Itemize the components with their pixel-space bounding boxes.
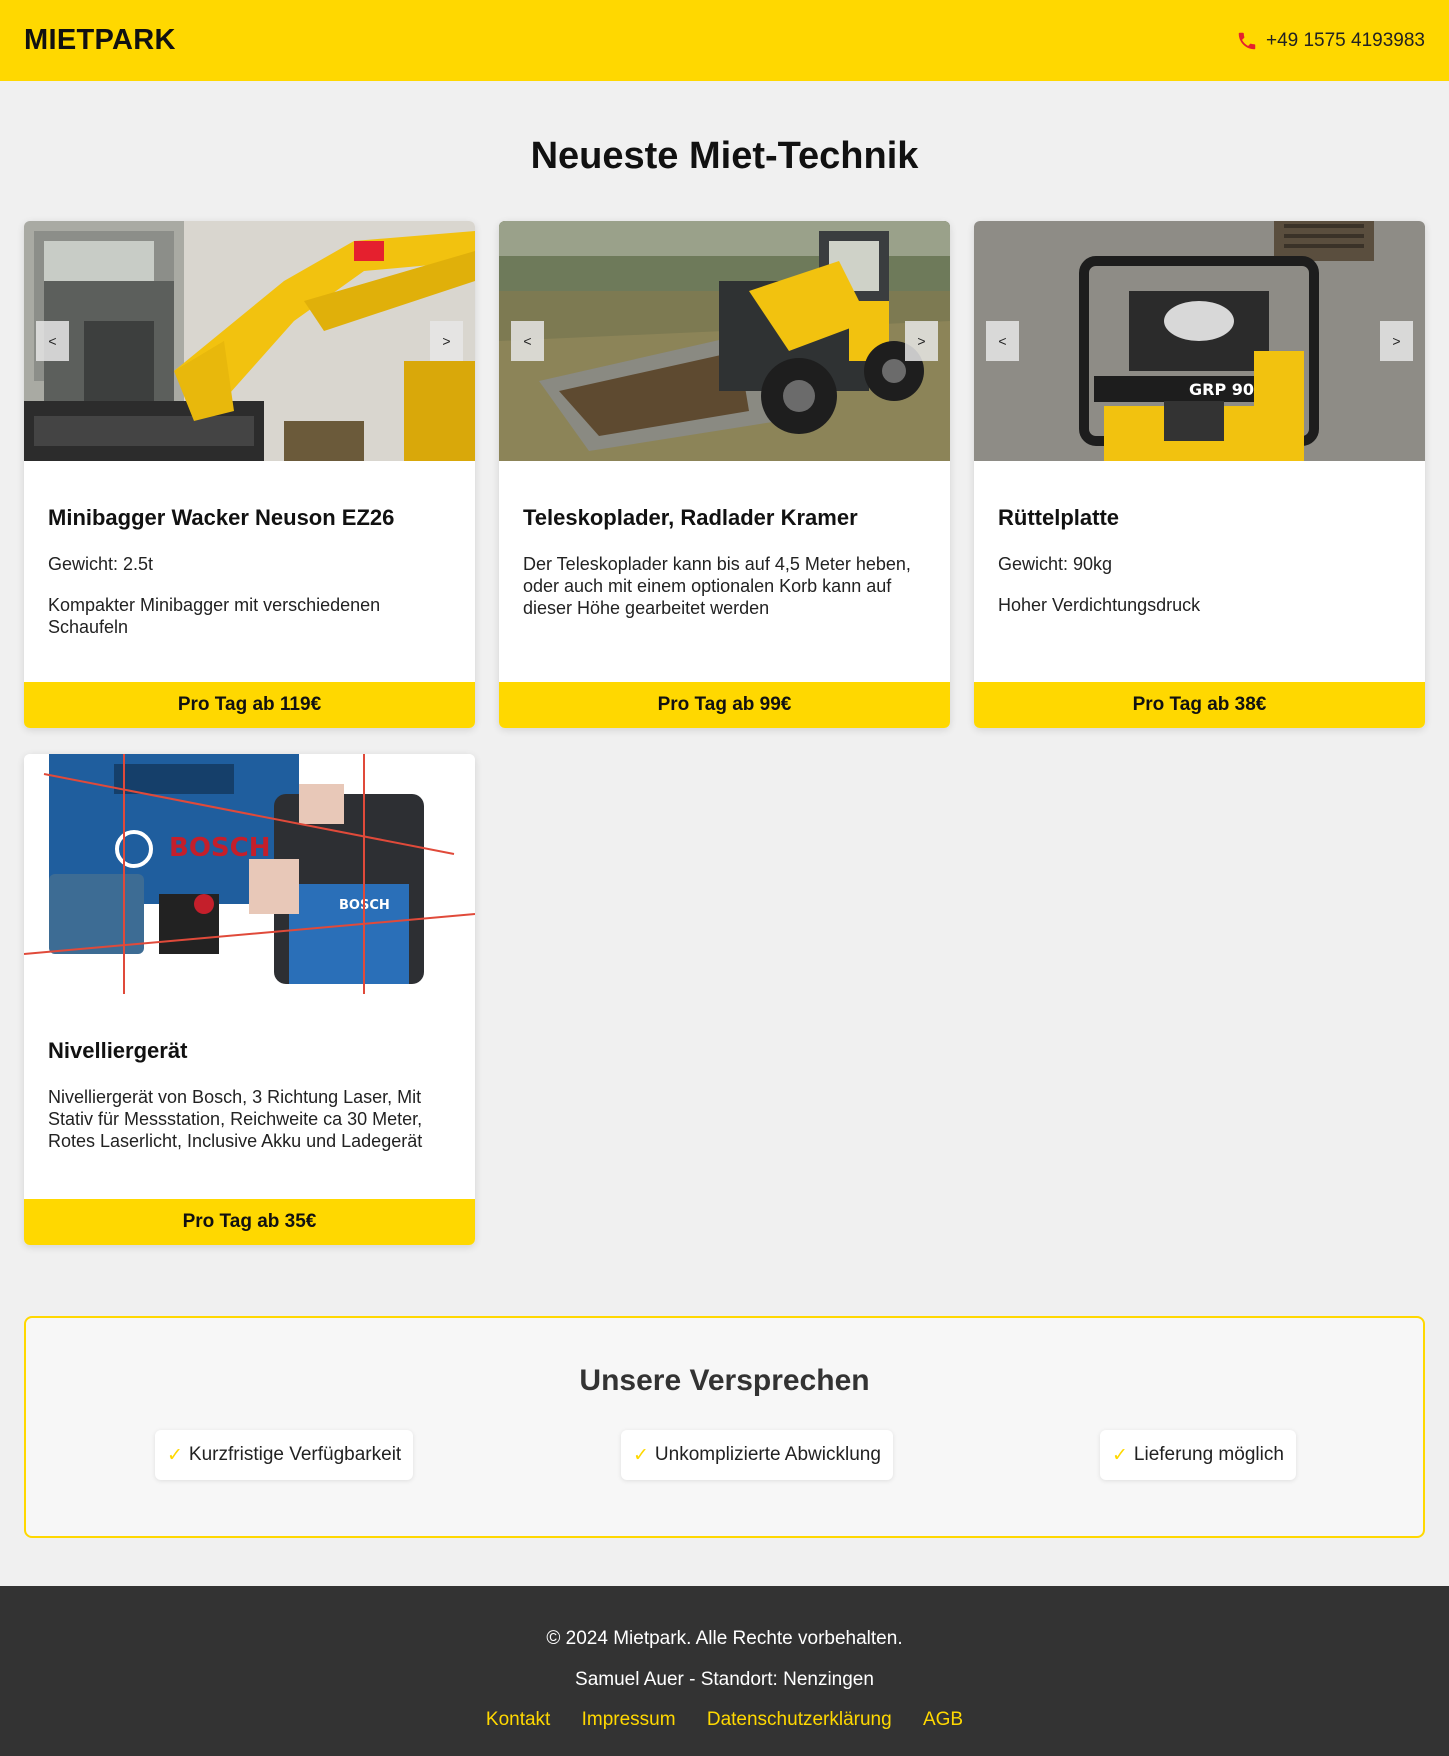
product-description: Der Teleskoplader kann bis auf 4,5 Meter… [523, 554, 911, 618]
page-title: Neueste Miet-Technik [530, 135, 919, 177]
svg-text:BOSCH: BOSCH [169, 833, 271, 863]
svg-text:GRP 90: GRP 90 [1189, 380, 1254, 399]
product-description: Hoher Verdichtungsdruck [998, 595, 1201, 615]
product-card: < > Teleskoplader, Radlader Kramer Der T… [499, 221, 950, 728]
product-image-excavator: < > [24, 221, 475, 461]
footer-link-impressum[interactable]: Impressum [582, 1709, 676, 1730]
product-weight: Gewicht: 90kg [998, 554, 1113, 574]
product-card: GRP 90 < > Rüttelplatte Gewicht: 90kg Ho… [974, 221, 1425, 728]
product-image-laser-level: BOSCH BOSCH [24, 754, 475, 994]
copyright-text: © 2024 Mietpark. Alle Rechte vorbehalten… [546, 1628, 903, 1649]
carousel-prev-button[interactable]: < [511, 321, 544, 361]
carousel-prev-button[interactable]: < [36, 321, 69, 361]
price-label[interactable]: Pro Tag ab 38€ [974, 682, 1425, 728]
product-description: Nivelliergerät von Bosch, 3 Richtung Las… [48, 1087, 423, 1151]
price-label[interactable]: Pro Tag ab 35€ [24, 1199, 475, 1245]
footer-links: Kontakt Impressum Datenschutzerklärung A… [0, 1709, 1449, 1731]
site-footer: © 2024 Mietpark. Alle Rechte vorbehalten… [0, 1586, 1449, 1756]
product-image-plate-compactor: GRP 90 < > [974, 221, 1425, 461]
carousel-prev-button[interactable]: < [986, 321, 1019, 361]
promise-label: Kurzfristige Verfügbarkeit [188, 1444, 402, 1465]
product-card: < > Minibagger Wacker Neuson EZ26 Gewich… [24, 221, 475, 728]
product-image-telehandler: < > [499, 221, 950, 461]
check-icon: ✓ [633, 1444, 649, 1466]
carousel-next-button[interactable]: > [905, 321, 938, 361]
site-header: MIETPARK +49 1575 4193983 [0, 0, 1449, 81]
carousel-next-button[interactable]: > [430, 321, 463, 361]
phone-contact[interactable]: +49 1575 4193983 [1236, 30, 1425, 52]
price-label[interactable]: Pro Tag ab 119€ [24, 682, 475, 728]
promise-label: Unkomplizierte Abwicklung [654, 1444, 881, 1465]
product-name: Nivelliergerät [48, 1038, 188, 1063]
promises-section: Unsere Versprechen ✓ Kurzfristige Verfüg… [24, 1316, 1425, 1538]
product-weight: Gewicht: 2.5t [48, 554, 154, 574]
product-name: Rüttelplatte [998, 505, 1119, 530]
promise-label: Lieferung möglich [1133, 1444, 1284, 1465]
location-text: Samuel Auer - Standort: Nenzingen [575, 1669, 874, 1690]
phone-number: +49 1575 4193983 [1265, 29, 1425, 51]
footer-link-kontakt[interactable]: Kontakt [486, 1709, 550, 1730]
phone-icon [1236, 30, 1258, 52]
check-icon: ✓ [167, 1444, 183, 1466]
promises-title: Unsere Versprechen [579, 1364, 870, 1397]
footer-link-agb[interactable]: AGB [923, 1709, 963, 1730]
check-icon: ✓ [1112, 1444, 1128, 1466]
site-logo[interactable]: MIETPARK [24, 24, 176, 57]
promise-item: ✓ Unkomplizierte Abwicklung [621, 1430, 893, 1480]
product-name: Minibagger Wacker Neuson EZ26 [48, 505, 395, 530]
carousel-next-button[interactable]: > [1380, 321, 1413, 361]
product-name: Teleskoplader, Radlader Kramer [523, 505, 858, 530]
product-card: BOSCH BOSCH Nivelliergerät Nivelliergerä… [24, 754, 475, 1245]
promise-item: ✓ Kurzfristige Verfügbarkeit [155, 1430, 414, 1480]
promise-item: ✓ Lieferung möglich [1100, 1430, 1296, 1480]
product-description: Kompakter Minibagger mit verschiedenen S… [48, 595, 381, 637]
footer-link-datenschutz[interactable]: Datenschutzerklärung [707, 1709, 892, 1730]
price-label[interactable]: Pro Tag ab 99€ [499, 682, 950, 728]
